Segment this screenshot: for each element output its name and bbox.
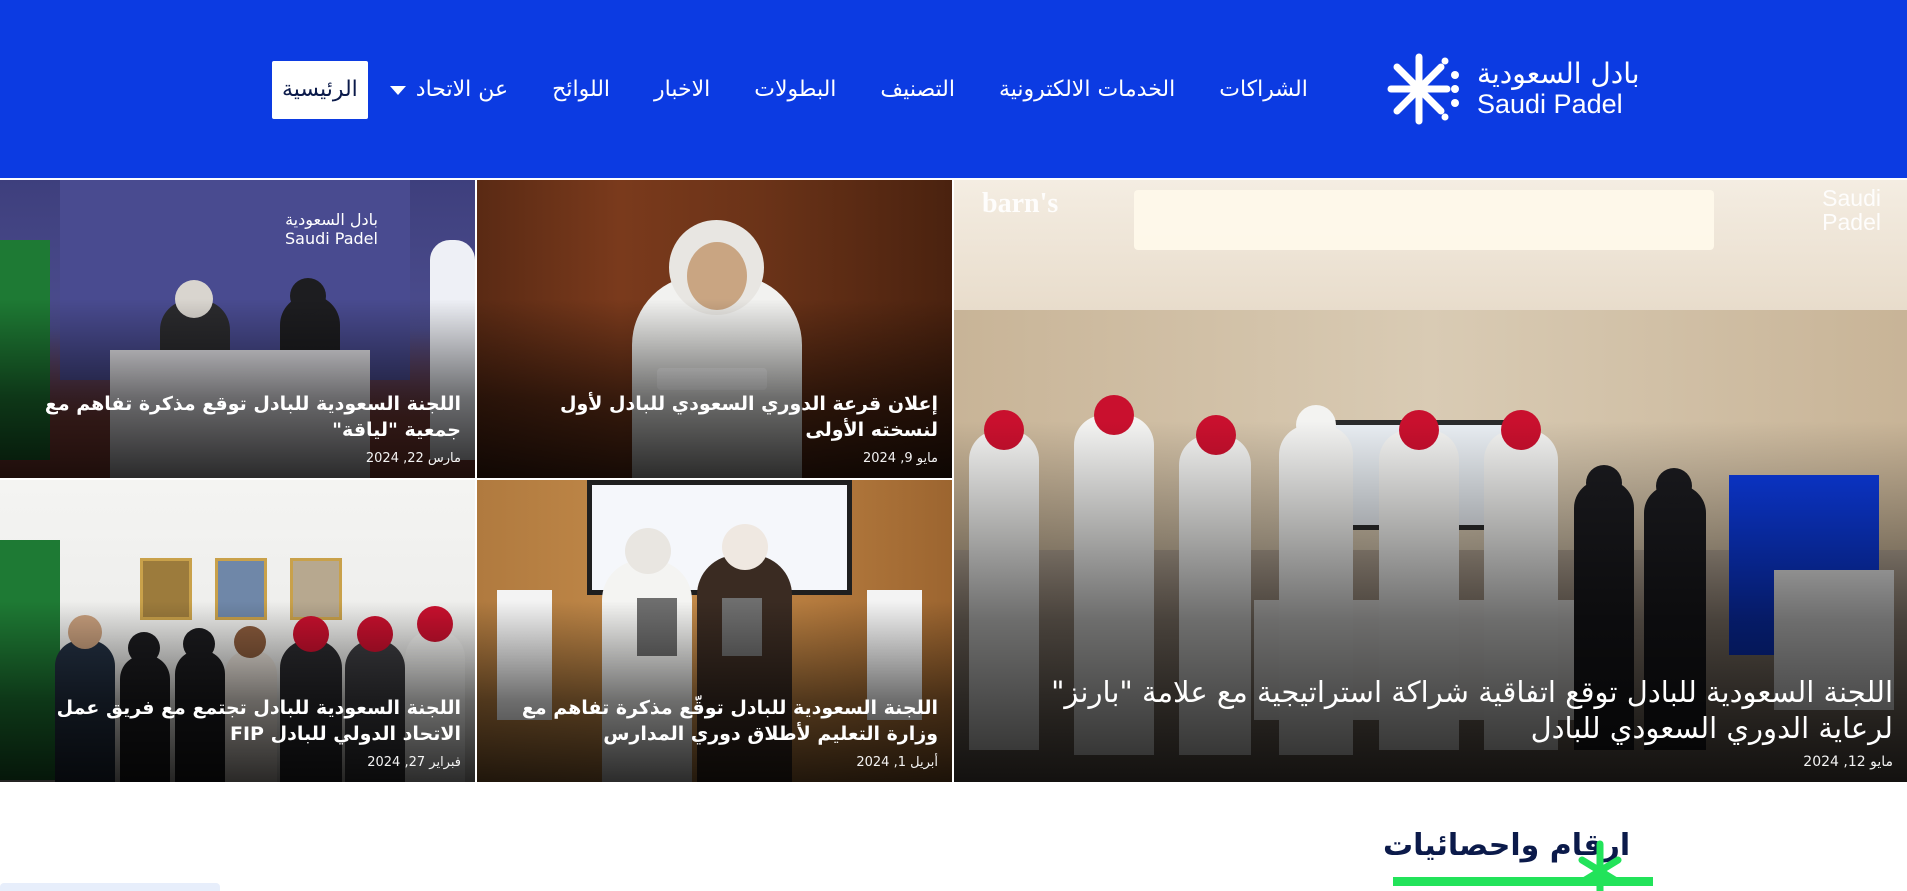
site-header: الرئيسية عن الاتحاد اللوائح الاخبار البط… xyxy=(0,0,1907,178)
news-card-liyaqa-title[interactable]: اللجنة السعودية للبادل توقع مذكرة تفاهم … xyxy=(14,391,461,443)
sparkle-mark-icon xyxy=(1578,840,1622,891)
nav-regulations-label: اللوائح xyxy=(552,77,611,102)
news-card-liyaqa-date: مارس 22, 2024 xyxy=(365,451,461,466)
nav-about-label: عن الاتحاد xyxy=(415,77,509,102)
nav-news[interactable]: الاخبار xyxy=(632,61,732,119)
liyaqa-backdrop-en: Saudi Padel xyxy=(285,229,378,249)
saudi-padel-logo-icon xyxy=(1387,53,1459,125)
liyaqa-backdrop-text: بادل السعودية Saudi Padel xyxy=(285,210,378,248)
main-nav: الرئيسية عن الاتحاد اللوائح الاخبار البط… xyxy=(250,60,1360,120)
news-card-liyaqa-caption: اللجنة السعودية للبادل توقع مذكرة تفاهم … xyxy=(14,391,461,466)
news-card-education-title[interactable]: اللجنة السعودية للبادل توقّع مذكرة تفاهم… xyxy=(491,695,938,747)
logo-text-ar: بادل السعودية xyxy=(1477,56,1640,90)
news-card-education-caption: اللجنة السعودية للبادل توقّع مذكرة تفاهم… xyxy=(491,695,938,770)
featured-watermark-right: Saudi Padel xyxy=(1822,185,1881,236)
logo-text-en: Saudi Padel xyxy=(1477,88,1623,119)
news-card-featured[interactable]: barn's Saudi Padel اللجنة السعودية للباد… xyxy=(954,180,1907,782)
news-card-draw[interactable]: إعلان قرعة الدوري السعودي للبادل لأول لن… xyxy=(477,180,952,478)
news-card-liyaqa[interactable]: بادل السعودية Saudi Padel اللجنة السعودي… xyxy=(0,180,475,478)
featured-title[interactable]: اللجنة السعودية للبادل توقع اتفاقية شراك… xyxy=(968,674,1893,747)
news-card-education[interactable]: اللجنة السعودية للبادل توقّع مذكرة تفاهم… xyxy=(477,480,952,782)
news-card-education-date: أبريل 1, 2024 xyxy=(856,755,938,770)
nav-partnerships[interactable]: الشراكات xyxy=(1197,61,1330,119)
news-grid: barn's Saudi Padel اللجنة السعودية للباد… xyxy=(0,178,1907,782)
nav-ranking[interactable]: التصنيف xyxy=(858,61,977,119)
news-card-draw-title[interactable]: إعلان قرعة الدوري السعودي للبادل لأول لن… xyxy=(491,391,938,443)
nav-partnerships-label: الشراكات xyxy=(1219,77,1308,102)
nav-home[interactable]: الرئيسية xyxy=(272,61,368,119)
liyaqa-backdrop-ar: بادل السعودية xyxy=(285,210,378,229)
nav-regulations[interactable]: اللوائح xyxy=(530,61,632,119)
featured-date: مايو 12, 2024 xyxy=(1803,754,1893,770)
featured-caption: اللجنة السعودية للبادل توقع اتفاقية شراك… xyxy=(968,674,1893,771)
featured-watermark-left: barn's xyxy=(982,188,1059,219)
news-card-fip-caption: اللجنة السعودية للبادل تجتمع مع فريق عمل… xyxy=(14,695,461,770)
news-card-draw-caption: إعلان قرعة الدوري السعودي للبادل لأول لن… xyxy=(491,391,938,466)
nav-tournaments[interactable]: البطولات xyxy=(732,61,858,119)
logo-wordmark: بادل السعودية Saudi Padel xyxy=(1477,56,1640,119)
news-card-fip-date: فبراير 27, 2024 xyxy=(367,755,461,770)
nav-ranking-label: التصنيف xyxy=(880,77,955,102)
nav-tournaments-label: البطولات xyxy=(754,77,837,102)
nav-news-label: الاخبار xyxy=(654,77,711,102)
chevron-down-icon xyxy=(389,85,406,95)
news-card-draw-date: مايو 9, 2024 xyxy=(862,451,938,466)
news-card-fip-title[interactable]: اللجنة السعودية للبادل تجتمع مع فريق عمل… xyxy=(14,695,461,747)
nav-eservices-label: الخدمات الالكترونية xyxy=(999,77,1176,102)
nav-about[interactable]: عن الاتحاد xyxy=(368,61,530,119)
floating-tab[interactable] xyxy=(0,883,220,891)
news-card-fip[interactable]: اللجنة السعودية للبادل تجتمع مع فريق عمل… xyxy=(0,480,475,782)
nav-home-label: الرئيسية xyxy=(282,77,358,102)
site-logo[interactable]: بادل السعودية Saudi Padel xyxy=(1383,48,1643,130)
nav-eservices[interactable]: الخدمات الالكترونية xyxy=(977,61,1197,119)
